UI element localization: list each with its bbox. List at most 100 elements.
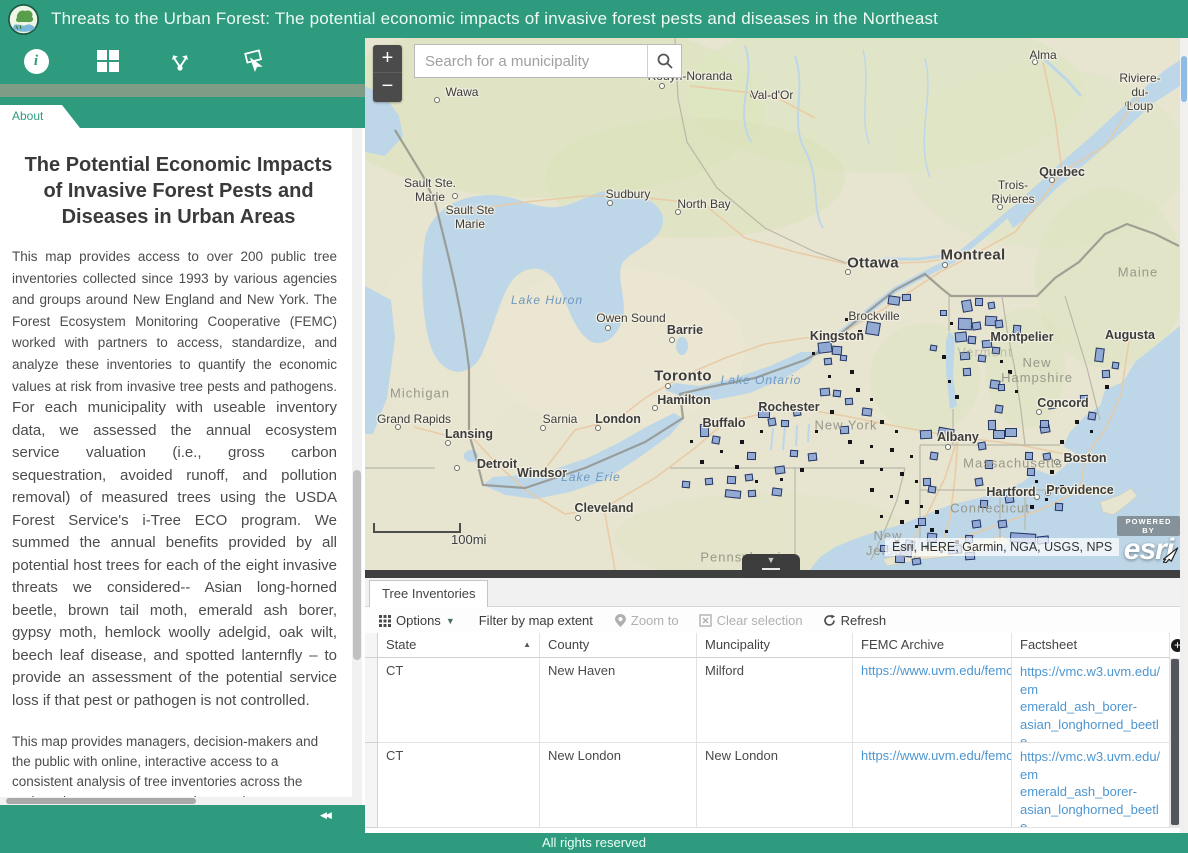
municipality-polygon[interactable] [993,430,1005,439]
inventory-dot[interactable] [845,318,848,321]
municipality-polygon[interactable] [988,420,996,430]
inventory-dot[interactable] [900,472,904,476]
municipality-polygon[interactable] [1055,503,1063,511]
column-header-factsheet[interactable]: Factsheet [1012,633,1170,658]
inventory-dot[interactable] [915,480,918,483]
inventory-dot[interactable] [900,520,904,524]
table-vertical-scrollbar[interactable] [1170,658,1180,828]
tab-tree-inventories[interactable]: Tree Inventories [369,580,488,607]
inventory-dot[interactable] [856,388,860,392]
inventory-dot[interactable] [930,528,934,532]
municipality-polygon[interactable] [918,518,926,526]
refresh-button[interactable]: Refresh [823,613,887,628]
table-row[interactable]: CTNew HavenMilfordhttps://www.uvm.edu/fe… [365,658,1170,743]
select-widget-button[interactable] [216,38,288,84]
inventory-dot[interactable] [740,440,744,444]
municipality-polygon[interactable] [980,500,988,508]
municipality-polygon[interactable] [985,460,993,469]
column-header-muncipality[interactable]: Muncipality [697,633,853,658]
info-widget-button[interactable]: i [0,38,72,84]
municipality-polygon[interactable] [748,490,756,498]
municipality-polygon[interactable] [975,298,983,306]
inventory-dot[interactable] [1008,370,1012,374]
municipality-polygon[interactable] [1112,362,1120,370]
search-input[interactable] [415,45,647,77]
municipality-polygon[interactable] [767,417,776,426]
municipality-polygon[interactable] [958,318,972,330]
row-selector-cell[interactable] [365,658,378,743]
municipality-polygon[interactable] [725,489,742,499]
municipality-polygon[interactable] [998,384,1005,391]
municipality-polygon[interactable] [1005,428,1017,437]
municipality-polygon[interactable] [1047,401,1056,409]
municipality-polygon[interactable] [928,485,937,493]
municipality-polygon[interactable] [1040,420,1049,428]
inventory-dot[interactable] [1105,385,1109,389]
clear-selection-button[interactable]: Clear selection [699,613,803,628]
about-vertical-scrollbar[interactable] [352,128,362,797]
filter-by-extent-button[interactable]: Filter by map extent [479,613,593,628]
inventory-dot[interactable] [700,460,704,464]
municipality-polygon[interactable] [1080,395,1088,403]
inventory-dot[interactable] [720,450,723,453]
municipality-polygon[interactable] [1004,494,1014,503]
inventory-dot[interactable] [780,478,783,481]
inventory-dot[interactable] [1030,505,1034,509]
municipality-polygon[interactable] [1094,348,1105,363]
municipality-polygon[interactable] [840,355,847,362]
options-button[interactable]: Options ▼ [379,613,455,628]
municipality-polygon[interactable] [817,341,832,354]
municipality-polygon[interactable] [845,398,853,406]
inventory-dot[interactable] [920,505,923,508]
municipality-polygon[interactable] [998,519,1008,528]
municipality-polygon[interactable] [1087,411,1096,420]
inventory-dot[interactable] [880,515,883,518]
zoom-to-button[interactable]: Zoom to [615,613,679,628]
inventory-dot[interactable] [935,510,939,514]
municipality-polygon[interactable] [808,453,818,462]
inventory-dot[interactable] [955,395,959,399]
share-widget-button[interactable] [144,38,216,84]
inventory-dot[interactable] [945,530,948,533]
inventory-dot[interactable] [812,352,815,355]
municipality-polygon[interactable] [992,347,1001,355]
municipality-polygon[interactable] [772,487,783,496]
inventory-dot[interactable] [830,410,834,414]
inventory-dot[interactable] [870,398,873,401]
inventory-dot[interactable] [1075,420,1079,424]
municipality-polygon[interactable] [711,435,720,444]
inventory-dot[interactable] [755,480,758,483]
municipality-polygon[interactable] [1043,452,1052,460]
municipality-polygon[interactable] [912,557,922,565]
cell-factsheet-link[interactable]: https://vmc.w3.uvm.edu/em emerald_ash_bo… [1020,663,1161,743]
tab-about[interactable]: About [0,105,80,128]
inventory-dot[interactable] [910,455,913,458]
municipality-polygon[interactable] [971,321,981,330]
inventory-dot[interactable] [942,355,946,359]
municipality-polygon[interactable] [960,352,971,361]
municipality-polygon[interactable] [977,441,986,450]
municipality-polygon[interactable] [792,407,801,416]
municipality-polygon[interactable] [968,336,977,345]
municipality-polygon[interactable] [705,478,714,486]
inventory-dot[interactable] [760,430,763,433]
cell-femc-archive-link[interactable]: https://www.uvm.edu/femc/ [861,663,1003,678]
municipality-polygon[interactable] [963,368,971,376]
municipality-polygon[interactable] [930,344,938,351]
inventory-dot[interactable] [815,430,818,433]
municipality-polygon[interactable] [994,404,1003,413]
inventory-dot[interactable] [735,465,739,469]
inventory-dot[interactable] [870,488,874,492]
municipality-polygon[interactable] [747,452,756,460]
municipality-polygon[interactable] [1013,325,1022,335]
inventory-dot[interactable] [895,430,898,433]
inventory-dot[interactable] [1070,455,1073,458]
municipality-polygon[interactable] [1102,370,1110,378]
about-horizontal-scrollbar[interactable] [0,797,362,805]
municipality-polygon[interactable] [982,340,993,349]
municipality-polygon[interactable] [902,294,911,301]
municipality-polygon[interactable] [682,481,691,489]
municipality-polygon[interactable] [1025,452,1033,460]
municipality-polygon[interactable] [971,519,981,528]
inventory-dot[interactable] [1015,390,1018,393]
